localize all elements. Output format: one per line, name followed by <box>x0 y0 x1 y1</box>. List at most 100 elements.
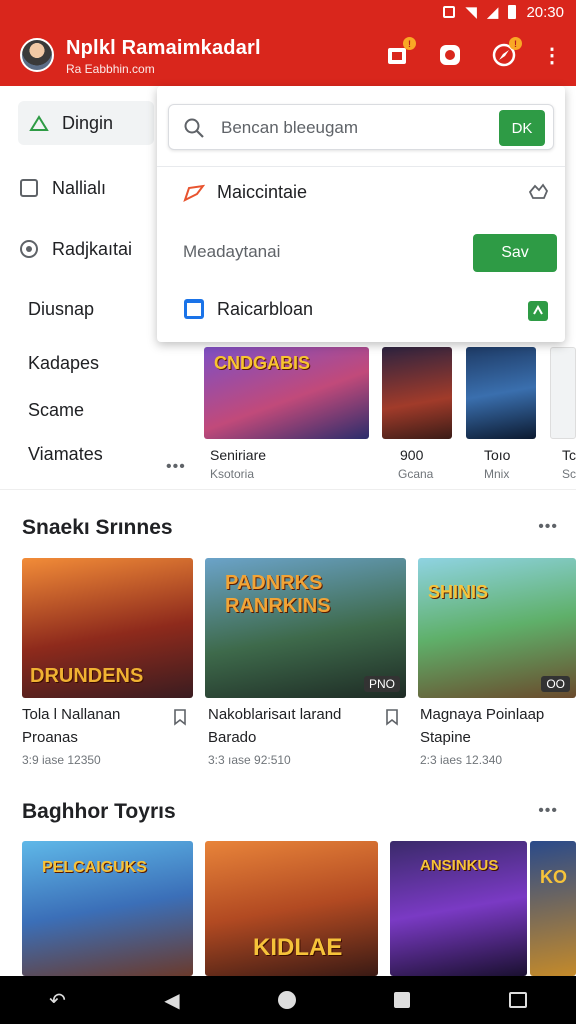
section-separator <box>0 489 576 490</box>
game-card-image-7[interactable]: KO <box>530 841 576 976</box>
notification-icon <box>443 6 456 18</box>
window-icon <box>184 299 204 319</box>
app-bar: Nplkl Ramaimkadarl Ra Eabbhin.com ! ! ⋮ <box>0 24 576 86</box>
rotate-icon[interactable]: ↶ <box>49 988 66 1013</box>
wifi-icon: ◥ <box>465 4 477 21</box>
sidebar-item-diusnap[interactable]: Diusnap <box>28 287 94 331</box>
featured-card-image-4[interactable] <box>550 347 576 439</box>
avatar[interactable] <box>20 38 54 72</box>
sidebar-item-label: Viamates <box>28 443 103 464</box>
section-more-button[interactable]: ••• <box>538 518 558 536</box>
status-bar: ◥ ◢ 20:30 <box>0 0 576 24</box>
save-button[interactable]: Sav <box>473 234 557 272</box>
home-icon <box>28 112 50 134</box>
sidebar-more-button[interactable]: ••• <box>166 458 186 476</box>
badge: ! <box>403 37 416 50</box>
card-meta-2: 3:3 ıase 92:510 <box>208 753 291 767</box>
badge: ! <box>509 37 522 50</box>
recents-icon[interactable] <box>394 992 411 1008</box>
card-title-1: Tola l Nallanan <box>22 706 121 723</box>
overflow-menu-button[interactable]: ⋮ <box>538 41 566 69</box>
game-card-image-1[interactable]: DRUNDENS <box>22 558 193 698</box>
camera-icon <box>440 45 460 65</box>
game-card-image-4[interactable]: PELCAIGUKS <box>22 841 193 976</box>
signal-icon: ◢ <box>486 4 499 21</box>
back-icon[interactable]: ◀ <box>164 988 179 1013</box>
sidebar-item-nallial[interactable]: Nallialı <box>18 166 106 210</box>
dropdown-item-label: Maiccintaie <box>217 182 308 202</box>
sidebar-item-viamates[interactable]: Viamates <box>28 432 103 476</box>
image-badge: PNO <box>363 676 400 692</box>
game-card-image-6[interactable]: ANSINKUS <box>390 841 527 976</box>
art-title: PADNRKS RANRKINS <box>225 572 331 617</box>
featured-sub-3: Mnix <box>484 467 510 481</box>
square-icon <box>18 177 40 199</box>
art-title: PELCAIGUKS <box>42 859 147 876</box>
image-badge: OO <box>541 676 570 692</box>
ok-button[interactable]: DK <box>499 110 545 146</box>
camera-button[interactable] <box>436 41 464 69</box>
dropdown-item-1[interactable]: Maiccintaie <box>183 182 307 203</box>
library-button[interactable]: ! <box>384 37 416 69</box>
refresh-icon[interactable] <box>527 300 549 322</box>
art-title: SHINIS <box>428 582 489 602</box>
featured-title-2: 900 <box>400 447 424 463</box>
app-title: Nplkl Ramaimkadarl <box>66 37 261 59</box>
account-button[interactable]: ! <box>490 37 522 69</box>
featured-card-image-3[interactable] <box>466 347 536 439</box>
featured-sub-4: Sc <box>562 467 576 481</box>
card-title-3: Magnaya Poinlaap <box>420 706 545 723</box>
sidebar-item-dingin[interactable]: Dingin <box>18 101 154 145</box>
sidebar: Dingin Nallialı Radjkaıtai Diusnap Kadap… <box>0 86 160 490</box>
sidebar-item-label: Nallialı <box>52 177 107 198</box>
sidebar-item-scame[interactable]: Scame <box>28 388 84 432</box>
app-subtitle: Ra Eabbhin.com <box>66 62 155 76</box>
clock: 20:30 <box>526 3 564 21</box>
bookmark-icon[interactable] <box>172 708 188 726</box>
art-title: KO <box>540 867 567 887</box>
battery-icon <box>508 5 517 19</box>
flag-icon <box>183 184 205 202</box>
home-button-icon[interactable] <box>278 991 297 1009</box>
card-meta-1: 3:9 iase 12350 <box>22 753 101 767</box>
featured-sub-2: Gcana <box>398 467 434 481</box>
game-card-image-2[interactable]: PADNRKS RANRKINS PNO <box>205 558 406 698</box>
featured-title-4: Tc <box>562 447 576 463</box>
section-title: Baghhor Toyrıs <box>22 800 176 823</box>
search-box[interactable]: Bencan bleeugam DK <box>168 104 554 150</box>
dropdown-item-label: Raicarbloan <box>217 298 314 319</box>
screenshot-icon[interactable] <box>508 992 527 1008</box>
card-title-2-line2: Barado <box>208 729 257 746</box>
art-title: CNDGABIS <box>214 353 311 373</box>
card-title-3-line2: Stapine <box>420 729 471 746</box>
art-title: DRUNDENS <box>30 665 144 687</box>
card-title-1-line2: Proanas <box>22 729 78 746</box>
section-more-button[interactable]: ••• <box>538 802 558 820</box>
game-card-image-5[interactable]: KIDLAE <box>205 841 378 976</box>
search-input[interactable]: Bencan bleeugam <box>221 118 358 138</box>
dropdown-item-2[interactable]: Meadaytanai <box>183 242 280 262</box>
featured-card-image-2[interactable] <box>382 347 452 439</box>
dropdown-panel: Bencan bleeugam DK Maiccintaie Meadaytan… <box>157 86 565 342</box>
dropdown-item-label: Meadaytanai <box>183 242 281 261</box>
puzzle-icon[interactable] <box>527 182 549 202</box>
sidebar-item-label: Dingin <box>62 112 114 133</box>
sidebar-item-kadapes[interactable]: Kadapes <box>28 341 99 385</box>
section-title: Snaekı Srınnes <box>22 516 173 539</box>
dropdown-item-3[interactable]: Raicarbloan <box>183 298 313 320</box>
more-vert-icon: ⋮ <box>542 44 562 67</box>
search-icon <box>184 118 204 138</box>
card-title-2: Nakoblarisaıt larand <box>208 706 342 723</box>
card-meta-3: 2:3 iaes 12.340 <box>420 753 503 767</box>
system-nav-bar: ↶ ◀ <box>0 976 576 1024</box>
featured-sub-1: Ksotoria <box>210 467 255 481</box>
featured-card-image-1[interactable]: CNDGABIS <box>204 347 369 439</box>
face-icon <box>18 238 40 260</box>
sidebar-item-label: Radjkaıtai <box>52 238 133 259</box>
game-card-image-3[interactable]: SHINIS OO <box>418 558 576 698</box>
divider <box>157 166 565 167</box>
art-title: KIDLAE <box>253 934 343 961</box>
featured-title-3: Toıo <box>484 447 511 463</box>
bookmark-icon[interactable] <box>384 708 400 726</box>
sidebar-item-radjkatai[interactable]: Radjkaıtai <box>18 227 132 271</box>
